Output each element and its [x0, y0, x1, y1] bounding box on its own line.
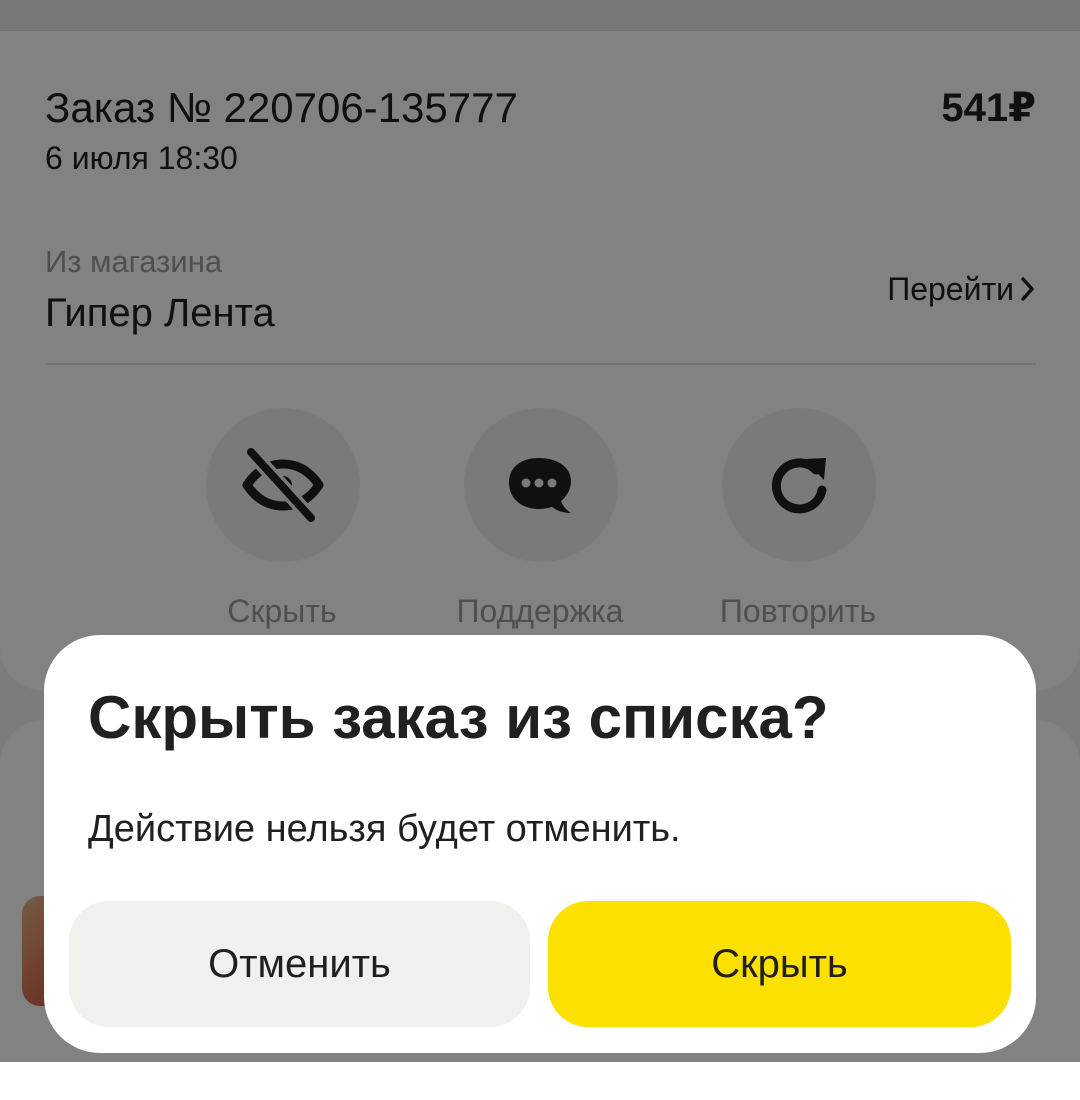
confirm-hide-button[interactable]: Скрыть: [548, 901, 1011, 1027]
hide-order-dialog: Скрыть заказ из списка? Действие нельзя …: [44, 635, 1036, 1053]
dialog-title: Скрыть заказ из списка?: [88, 684, 829, 751]
order-details-screen: Заказ № 220706-135777 6 июля 18:30 541₽ …: [0, 0, 1080, 1100]
dialog-text: Действие нельзя будет отменить.: [88, 808, 681, 850]
cancel-button[interactable]: Отменить: [69, 901, 530, 1027]
